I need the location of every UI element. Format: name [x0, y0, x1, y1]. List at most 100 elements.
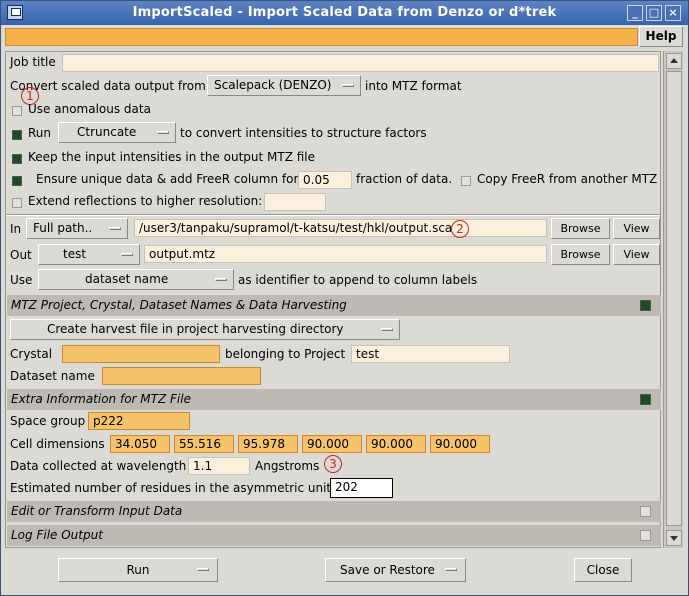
cell-gamma-input[interactable]: 90.000	[430, 435, 490, 453]
program-dropdown[interactable]: Ctruncate	[58, 122, 176, 143]
space-group-label: Space group	[10, 414, 86, 428]
residues-input[interactable]: 202	[330, 478, 393, 498]
log-file-section-header[interactable]: Log File Output	[7, 525, 661, 546]
run-button[interactable]: Run	[58, 558, 218, 582]
harvest-section-title: MTZ Project, Crystal, Dataset Names & Da…	[11, 298, 347, 312]
cell-dimensions-label: Cell dimensions	[10, 437, 105, 451]
dropdown-indicator-icon	[121, 253, 133, 256]
space-group-input[interactable]: p222	[88, 412, 190, 430]
input-file-path[interactable]: /user3/tanpaku/supramol/t-katsu/test/hkl…	[134, 219, 547, 237]
use-label: Use	[10, 273, 33, 287]
save-restore-button-label: Save or Restore	[340, 563, 435, 577]
convert-prefix-label: Convert scaled data output from	[10, 79, 206, 93]
dataset-name-label: Dataset name	[10, 369, 95, 383]
keep-intensities-label: Keep the input intensities in the output…	[28, 150, 316, 164]
cell-alpha-input[interactable]: 90.000	[302, 435, 362, 453]
minimize-button[interactable]: _	[627, 5, 643, 21]
annotation-marker-2: 2	[451, 220, 469, 238]
dropdown-indicator-icon	[342, 84, 354, 87]
output-project-dropdown[interactable]: test	[38, 244, 140, 265]
column-identifier-value: dataset name	[85, 272, 169, 286]
extra-info-section-toggle[interactable]	[640, 394, 651, 405]
input-view-button[interactable]: View	[613, 218, 660, 239]
window-title: ImportScaled - Import Scaled Data from D…	[132, 5, 557, 20]
input-format-dropdown[interactable]: Scalepack (DENZO)	[207, 75, 361, 96]
use-suffix-label: as identifier to append to column labels	[238, 273, 478, 287]
keep-intensities-checkbox[interactable]	[12, 154, 22, 164]
harvest-mode-value: Create harvest file in project harvestin…	[47, 322, 344, 336]
run-button-label: Run	[126, 563, 150, 577]
freer-fraction-input[interactable]: 0.05	[298, 171, 352, 189]
input-path-mode-dropdown[interactable]: Full path..	[26, 218, 128, 239]
close-window-button[interactable]: ×	[665, 5, 681, 21]
dataset-name-input[interactable]	[102, 367, 261, 385]
wavelength-label: Data collected at wavelength	[10, 459, 187, 473]
project-input[interactable]: test	[351, 345, 510, 363]
cell-beta-input[interactable]: 90.000	[366, 435, 426, 453]
harvest-mode-dropdown[interactable]: Create harvest file in project harvestin…	[10, 319, 400, 340]
edit-transform-section-title: Edit or Transform Input Data	[11, 504, 183, 518]
input-browse-button[interactable]: Browse	[551, 218, 610, 239]
output-project-value: test	[63, 247, 87, 261]
import-scaled-window: ImportScaled - Import Scaled Data from D…	[0, 0, 689, 596]
extend-resolution-input[interactable]	[264, 193, 326, 211]
save-restore-button[interactable]: Save or Restore	[325, 558, 466, 582]
close-button[interactable]: Close	[574, 558, 632, 582]
residues-label: Estimated number of residues in the asym…	[10, 481, 332, 495]
crystal-label: Crystal	[10, 347, 53, 361]
wavelength-input[interactable]: 1.1	[188, 457, 250, 475]
anomalous-checkbox[interactable]	[12, 106, 22, 116]
fraction-label: fraction of data.	[356, 172, 453, 186]
extra-info-section-header[interactable]: Extra Information for MTZ File	[7, 389, 661, 410]
output-file-name[interactable]: output.mtz	[144, 245, 547, 263]
extra-info-section-title: Extra Information for MTZ File	[11, 392, 191, 406]
scroll-up-icon[interactable]	[666, 53, 682, 69]
divider	[6, 214, 660, 216]
anomalous-label: Use anomalous data	[28, 102, 151, 116]
log-file-section-toggle[interactable]	[640, 530, 651, 541]
extend-resolution-label: Extend reflections to higher resolution:	[28, 194, 263, 208]
dropdown-indicator-icon	[215, 278, 227, 281]
edit-transform-section-header[interactable]: Edit or Transform Input Data	[7, 501, 661, 522]
main-panel: Job title Convert scaled data output fro…	[5, 51, 661, 548]
column-identifier-dropdown[interactable]: dataset name	[38, 269, 234, 290]
run-suffix-label: to convert intensities to structure fact…	[180, 126, 427, 140]
help-button[interactable]: Help	[639, 26, 683, 47]
harvest-section-header[interactable]: MTZ Project, Crystal, Dataset Names & Da…	[7, 295, 661, 316]
job-title-input[interactable]	[62, 54, 659, 72]
cell-a-input[interactable]: 34.050	[110, 435, 170, 453]
dropdown-indicator-icon	[109, 227, 121, 230]
job-title-label: Job title	[10, 55, 56, 69]
title-bar: ImportScaled - Import Scaled Data from D…	[1, 1, 688, 25]
dropdown-indicator-icon	[445, 568, 457, 571]
convert-suffix-label: into MTZ format	[365, 79, 462, 93]
run-ctruncate-checkbox[interactable]	[12, 130, 22, 140]
copy-freer-label: Copy FreeR from another MTZ	[477, 172, 658, 186]
run-label: Run	[28, 126, 52, 140]
cell-b-input[interactable]: 55.516	[174, 435, 234, 453]
program-value: Ctruncate	[77, 125, 137, 139]
copy-freer-checkbox[interactable]	[461, 176, 471, 186]
input-file-label: In	[10, 222, 22, 236]
angstroms-label: Angstroms	[255, 459, 320, 473]
dropdown-indicator-icon	[157, 131, 169, 134]
belonging-label: belonging to Project	[225, 347, 346, 361]
dropdown-indicator-icon	[381, 328, 393, 331]
harvest-section-toggle[interactable]	[640, 300, 651, 311]
output-browse-button[interactable]: Browse	[551, 244, 610, 265]
output-view-button[interactable]: View	[613, 244, 660, 265]
vertical-scrollbar[interactable]	[663, 51, 683, 548]
annotation-marker-3: 3	[324, 455, 342, 473]
scroll-down-icon[interactable]	[666, 530, 682, 546]
extend-resolution-checkbox[interactable]	[12, 198, 22, 208]
dropdown-indicator-icon	[197, 568, 209, 571]
output-file-label: Out	[10, 248, 32, 262]
crystal-input[interactable]	[62, 345, 220, 363]
edit-transform-section-toggle[interactable]	[640, 506, 651, 517]
maximize-button[interactable]: □	[646, 5, 662, 21]
cell-c-input[interactable]: 95.978	[238, 435, 298, 453]
status-bar	[5, 28, 638, 46]
scrollbar-thumb[interactable]	[666, 71, 682, 526]
input-path-mode-value: Full path..	[33, 221, 93, 235]
unique-freer-checkbox[interactable]	[12, 176, 22, 186]
